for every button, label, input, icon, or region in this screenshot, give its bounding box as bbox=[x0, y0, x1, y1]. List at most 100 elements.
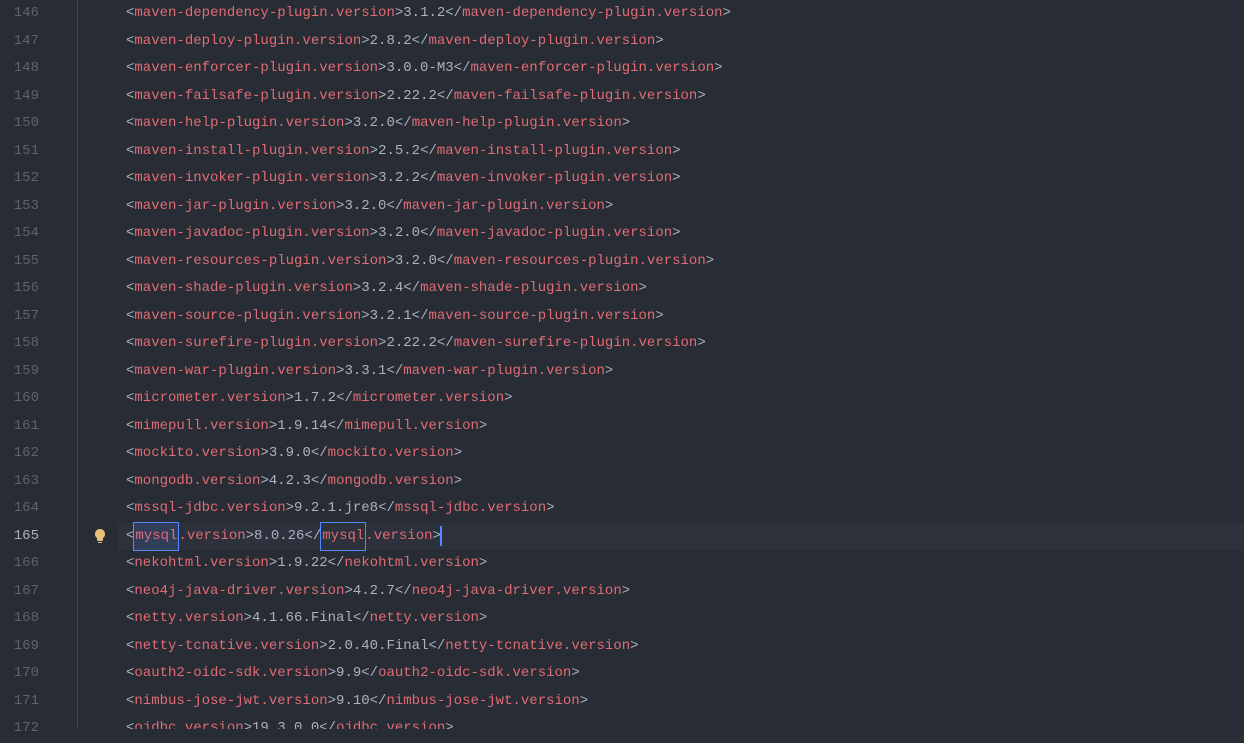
xml-tag-close: oauth2-oidc-sdk.version bbox=[378, 660, 571, 688]
xml-tag-close: maven-shade-plugin.version bbox=[420, 275, 638, 303]
line-number: 166 bbox=[0, 550, 69, 578]
line-number: 155 bbox=[0, 248, 69, 276]
xml-value: 3.2.0 bbox=[378, 220, 420, 248]
xml-value: 2.22.2 bbox=[386, 330, 436, 358]
line-number: 162 bbox=[0, 440, 69, 468]
xml-value: 3.2.0 bbox=[344, 193, 386, 221]
xml-tag-open: maven-javadoc-plugin.version bbox=[134, 220, 369, 248]
xml-tag-open: mockito.version bbox=[134, 440, 260, 468]
xml-value: 3.1.2 bbox=[403, 0, 445, 28]
xml-tag-open: nekohtml.version bbox=[134, 550, 268, 578]
xml-tag-close: mssql-jdbc.version bbox=[395, 495, 546, 523]
xml-tag-close: maven-jar-plugin.version bbox=[403, 193, 605, 221]
xml-value: 8.0.26 bbox=[254, 523, 304, 551]
xml-tag-open: maven-deploy-plugin.version bbox=[134, 28, 361, 56]
xml-tag-close-selected: mysql bbox=[320, 522, 366, 552]
line-number: 149 bbox=[0, 83, 69, 111]
code-line[interactable]: <maven-source-plugin.version>3.2.1</mave… bbox=[118, 303, 1244, 331]
xml-tag-open: micrometer.version bbox=[134, 385, 285, 413]
code-line[interactable]: <mysql.version>8.0.26</mysql.version> bbox=[118, 523, 1244, 551]
line-number: 158 bbox=[0, 330, 69, 358]
xml-tag-open: maven-invoker-plugin.version bbox=[134, 165, 369, 193]
code-line[interactable]: <maven-invoker-plugin.version>3.2.2</mav… bbox=[118, 165, 1244, 193]
xml-tag-close: mimepull.version bbox=[344, 413, 478, 441]
xml-tag-open: maven-surefire-plugin.version bbox=[134, 330, 378, 358]
xml-tag-close: maven-deploy-plugin.version bbox=[428, 28, 655, 56]
xml-value: 9.10 bbox=[336, 688, 370, 716]
code-line[interactable]: <netty-tcnative.version>2.0.40.Final</ne… bbox=[118, 633, 1244, 661]
code-line[interactable]: <neo4j-java-driver.version>4.2.7</neo4j-… bbox=[118, 578, 1244, 606]
code-line[interactable]: <mssql-jdbc.version>9.2.1.jre8</mssql-jd… bbox=[118, 495, 1244, 523]
xml-value: 3.2.0 bbox=[395, 248, 437, 276]
code-line[interactable]: <maven-deploy-plugin.version>2.8.2</mave… bbox=[118, 28, 1244, 56]
xml-value: 4.2.7 bbox=[353, 578, 395, 606]
code-line[interactable]: <ojdbc.version>19.3.0.0</ojdbc.version> bbox=[118, 715, 1244, 729]
code-line[interactable]: <maven-resources-plugin.version>3.2.0</m… bbox=[118, 248, 1244, 276]
code-editor[interactable]: 1461471481491501511521531541551561571581… bbox=[0, 0, 1244, 729]
line-number: 171 bbox=[0, 688, 69, 716]
line-number: 157 bbox=[0, 303, 69, 331]
line-number: 165 bbox=[0, 523, 69, 551]
xml-tag-open: ojdbc.version bbox=[134, 715, 243, 729]
line-number: 163 bbox=[0, 468, 69, 496]
code-line[interactable]: <maven-jar-plugin.version>3.2.0</maven-j… bbox=[118, 193, 1244, 221]
line-number: 151 bbox=[0, 138, 69, 166]
code-line[interactable]: <maven-install-plugin.version>2.5.2</mav… bbox=[118, 138, 1244, 166]
code-line[interactable]: <maven-surefire-plugin.version>2.22.2</m… bbox=[118, 330, 1244, 358]
xml-tag-open: oauth2-oidc-sdk.version bbox=[134, 660, 327, 688]
code-line[interactable]: <nimbus-jose-jwt.version>9.10</nimbus-jo… bbox=[118, 688, 1244, 716]
code-line[interactable]: <mongodb.version>4.2.3</mongodb.version> bbox=[118, 468, 1244, 496]
line-number: 147 bbox=[0, 28, 69, 56]
xml-tag-close: maven-war-plugin.version bbox=[403, 358, 605, 386]
line-number: 168 bbox=[0, 605, 69, 633]
xml-tag-close: maven-failsafe-plugin.version bbox=[454, 83, 698, 111]
lightbulb-icon[interactable] bbox=[92, 527, 108, 555]
xml-tag-open: nimbus-jose-jwt.version bbox=[134, 688, 327, 716]
code-line[interactable]: <mockito.version>3.9.0</mockito.version> bbox=[118, 440, 1244, 468]
text-cursor bbox=[440, 526, 442, 546]
code-area[interactable]: <maven-dependency-plugin.version>3.1.2</… bbox=[118, 0, 1244, 729]
line-number: 150 bbox=[0, 110, 69, 138]
xml-value: 2.8.2 bbox=[370, 28, 412, 56]
line-number: 146 bbox=[0, 0, 69, 28]
xml-tag-close: maven-enforcer-plugin.version bbox=[470, 55, 714, 83]
xml-value: 2.22.2 bbox=[386, 83, 436, 111]
xml-tag-close: maven-install-plugin.version bbox=[437, 138, 672, 166]
code-line[interactable]: <maven-help-plugin.version>3.2.0</maven-… bbox=[118, 110, 1244, 138]
xml-tag-close: maven-resources-plugin.version bbox=[454, 248, 706, 276]
code-line[interactable]: <netty.version>4.1.66.Final</netty.versi… bbox=[118, 605, 1244, 633]
line-number: 156 bbox=[0, 275, 69, 303]
xml-tag-open: netty-tcnative.version bbox=[134, 633, 319, 661]
xml-tag-open: mimepull.version bbox=[134, 413, 268, 441]
xml-value: 4.2.3 bbox=[269, 468, 311, 496]
xml-tag-close: nimbus-jose-jwt.version bbox=[386, 688, 579, 716]
xml-tag-close: maven-javadoc-plugin.version bbox=[437, 220, 672, 248]
code-line[interactable]: <maven-failsafe-plugin.version>2.22.2</m… bbox=[118, 83, 1244, 111]
xml-tag-close: mockito.version bbox=[328, 440, 454, 468]
code-line[interactable]: <maven-dependency-plugin.version>3.1.2</… bbox=[118, 0, 1244, 28]
xml-tag-close: maven-source-plugin.version bbox=[428, 303, 655, 331]
xml-tag-open-selected: mysql bbox=[133, 522, 179, 552]
code-line[interactable]: <maven-war-plugin.version>3.3.1</maven-w… bbox=[118, 358, 1244, 386]
code-line[interactable]: <maven-enforcer-plugin.version>3.0.0-M3<… bbox=[118, 55, 1244, 83]
xml-value: 1.9.14 bbox=[277, 413, 327, 441]
line-number: 169 bbox=[0, 633, 69, 661]
line-number: 164 bbox=[0, 495, 69, 523]
code-line[interactable]: <mimepull.version>1.9.14</mimepull.versi… bbox=[118, 413, 1244, 441]
xml-value: 19.3.0.0 bbox=[252, 715, 319, 729]
xml-tag-open: .version bbox=[178, 523, 245, 551]
xml-tag-open: maven-shade-plugin.version bbox=[134, 275, 352, 303]
code-line[interactable]: <micrometer.version>1.7.2</micrometer.ve… bbox=[118, 385, 1244, 413]
code-line[interactable]: <oauth2-oidc-sdk.version>9.9</oauth2-oid… bbox=[118, 660, 1244, 688]
code-line[interactable]: <maven-javadoc-plugin.version>3.2.0</mav… bbox=[118, 220, 1244, 248]
xml-tag-open: maven-jar-plugin.version bbox=[134, 193, 336, 221]
line-number: 167 bbox=[0, 578, 69, 606]
code-line[interactable]: <nekohtml.version>1.9.22</nekohtml.versi… bbox=[118, 550, 1244, 578]
line-number-gutter: 1461471481491501511521531541551561571581… bbox=[0, 0, 78, 729]
xml-value: 2.0.40.Final bbox=[328, 633, 429, 661]
xml-value: 3.2.2 bbox=[378, 165, 420, 193]
xml-value: 2.5.2 bbox=[378, 138, 420, 166]
line-number: 159 bbox=[0, 358, 69, 386]
code-line[interactable]: <maven-shade-plugin.version>3.2.4</maven… bbox=[118, 275, 1244, 303]
xml-tag-open: maven-war-plugin.version bbox=[134, 358, 336, 386]
